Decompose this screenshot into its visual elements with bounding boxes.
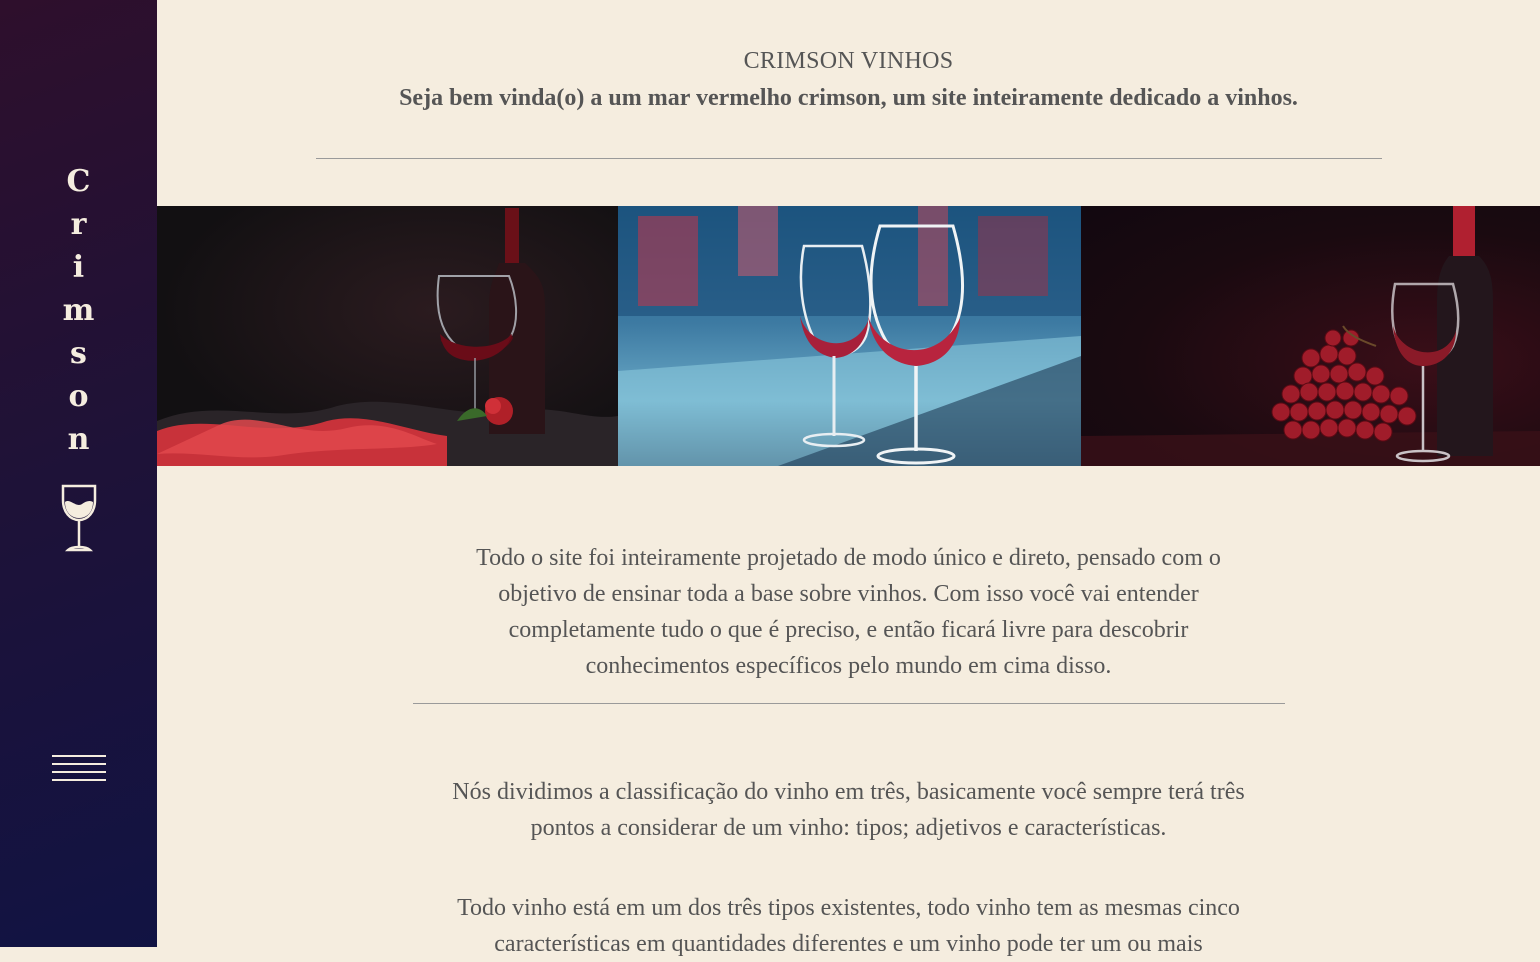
classification-paragraph: Nós dividimos a classificação do vinho e… <box>452 779 1245 841</box>
menu-line <box>52 779 106 781</box>
brand-letter: i <box>72 250 85 285</box>
divider <box>413 703 1285 704</box>
brand-letter: o <box>68 379 89 414</box>
two-wine-glasses-bar-photo <box>618 206 1081 466</box>
sidebar: C r i m s o n <box>0 0 157 947</box>
divider <box>316 158 1382 159</box>
brand-letter: n <box>67 422 90 457</box>
intro-paragraph: Todo o site foi inteiramente projetado d… <box>476 545 1221 679</box>
site-subtitle: Seja bem vinda(o) a um mar vermelho crim… <box>399 85 1298 111</box>
main-content: CRIMSON VINHOS Seja bem vinda(o) a um ma… <box>157 0 1540 957</box>
photo-gallery <box>157 206 1540 466</box>
brand-letter: r <box>70 207 87 242</box>
menu-line <box>52 771 106 773</box>
types-paragraph: Todo vinho está em um dos três tipos exi… <box>457 895 1240 957</box>
hamburger-menu-button[interactable] <box>52 755 106 781</box>
brand-letter: s <box>70 336 87 371</box>
brand-logo[interactable]: C r i m s o n <box>0 160 157 461</box>
menu-line <box>52 763 106 765</box>
wine-bottle-glass-grapes-photo <box>1081 206 1540 466</box>
wine-glass-icon <box>61 484 97 552</box>
brand-letter: C <box>66 164 91 199</box>
site-title: CRIMSON VINHOS <box>743 48 954 74</box>
brand-letter: m <box>62 293 95 328</box>
wine-bottle-glass-rose-photo <box>157 206 618 466</box>
menu-line <box>52 755 106 757</box>
